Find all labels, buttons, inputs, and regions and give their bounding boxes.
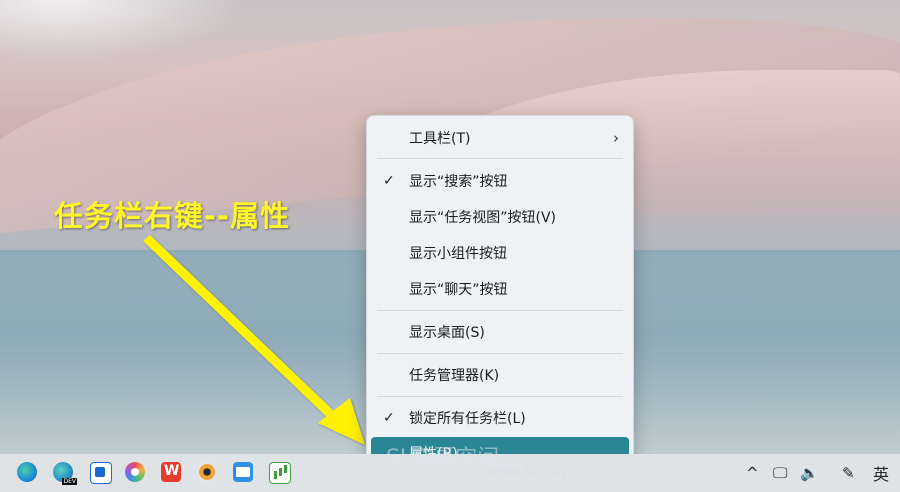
- menu-separator: [377, 310, 623, 311]
- check-icon: ✓: [383, 410, 395, 426]
- network-icon[interactable]: 🖵: [773, 454, 787, 492]
- menu-item-label: 显示“聊天”按钮: [409, 282, 508, 298]
- wps-icon[interactable]: [161, 462, 181, 482]
- menu-item-label: 工具栏(T): [409, 131, 471, 147]
- edge-dev-icon[interactable]: [53, 462, 77, 485]
- input-language-indicator[interactable]: 英: [873, 454, 889, 492]
- menu-item-label: 显示小组件按钮: [409, 246, 507, 262]
- volume-icon[interactable]: 🔈: [800, 454, 819, 492]
- eye-icon[interactable]: [197, 462, 217, 482]
- menu-item-label: 显示桌面(S): [409, 325, 485, 341]
- menu-item-label: 锁定所有任务栏(L): [409, 411, 526, 427]
- app-icon[interactable]: [90, 462, 112, 484]
- menu-item-task-manager[interactable]: 任务管理器(K): [371, 359, 629, 391]
- menu-item-show-task-view[interactable]: 显示“任务视图”按钮(V): [371, 201, 629, 233]
- watermark-url: www.sug.xyz: [486, 463, 577, 479]
- color-wheel-icon[interactable]: [125, 462, 145, 482]
- check-icon: ✓: [383, 173, 395, 189]
- file-explorer-icon[interactable]: [233, 462, 253, 482]
- menu-item-show-chat[interactable]: 显示“聊天”按钮: [371, 273, 629, 305]
- notepad-chart-icon[interactable]: [269, 462, 291, 484]
- menu-item-label: 任务管理器(K): [409, 368, 500, 384]
- menu-item-show-desktop[interactable]: 显示桌面(S): [371, 316, 629, 348]
- menu-item-show-widgets[interactable]: 显示小组件按钮: [371, 237, 629, 269]
- menu-separator: [377, 396, 623, 397]
- menu-item-label: 显示“任务视图”按钮(V): [409, 210, 557, 226]
- chevron-right-icon: ›: [613, 129, 619, 147]
- watermark-text: SUG哥空间: [386, 446, 500, 471]
- menu-separator: [377, 353, 623, 354]
- arrow-shaft: [143, 235, 338, 421]
- edge-icon[interactable]: [17, 462, 37, 482]
- menu-item-toolbar[interactable]: 工具栏(T) ›: [371, 122, 629, 154]
- pen-icon[interactable]: ✎: [842, 454, 855, 492]
- taskbar-context-menu: 工具栏(T) › ✓ 显示“搜索”按钮 显示“任务视图”按钮(V) 显示小组件按…: [366, 115, 634, 474]
- menu-item-lock-taskbars[interactable]: ✓ 锁定所有任务栏(L): [371, 402, 629, 434]
- show-hidden-icons-chevron-icon[interactable]: ^: [746, 454, 759, 492]
- menu-item-label: 显示“搜索”按钮: [409, 174, 508, 190]
- menu-separator: [377, 158, 623, 159]
- menu-item-show-search[interactable]: ✓ 显示“搜索”按钮: [371, 165, 629, 197]
